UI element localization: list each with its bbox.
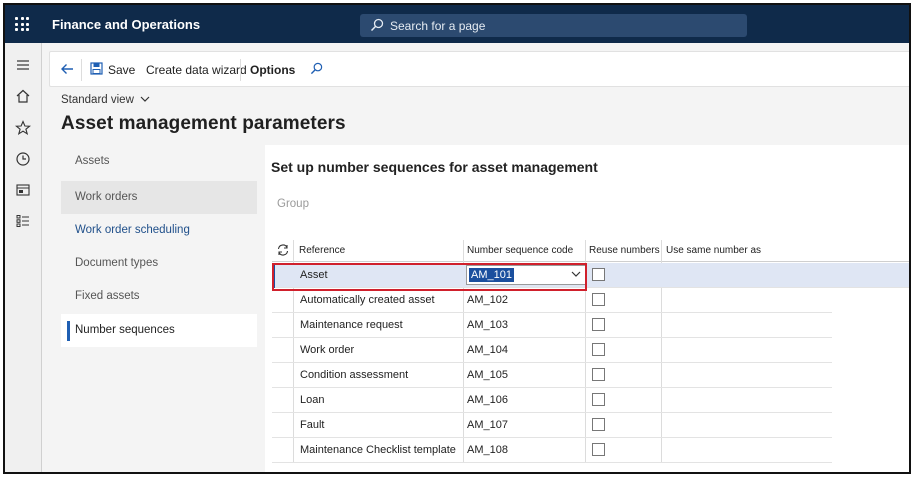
reuse-numbers-checkbox[interactable]	[592, 343, 605, 356]
home-icon[interactable]	[15, 88, 31, 104]
refresh-icon[interactable]	[276, 243, 290, 257]
number-sequence-code-cell[interactable]: AM_105	[467, 369, 508, 381]
chevron-down-icon	[140, 96, 150, 102]
table-row[interactable]: Loan AM_106	[272, 388, 832, 413]
workspaces-icon[interactable]	[15, 182, 31, 198]
favorites-star-icon[interactable]	[15, 120, 31, 136]
tab-assets[interactable]: Assets	[61, 145, 257, 178]
page-title: Asset management parameters	[61, 113, 346, 134]
search-input[interactable]: Search for a page	[360, 14, 747, 37]
table-row[interactable]: Asset AM_101	[272, 263, 909, 291]
number-sequence-code-cell[interactable]: AM_106	[467, 394, 508, 406]
number-sequence-code-cell[interactable]: AM_107	[467, 419, 508, 431]
highlight-box	[272, 263, 587, 291]
app-title[interactable]: Finance and Operations	[52, 17, 200, 32]
table-row[interactable]: Maintenance Checklist template AM_108	[272, 438, 832, 463]
reference-cell[interactable]: Fault	[300, 419, 324, 431]
reuse-numbers-checkbox[interactable]	[592, 393, 605, 406]
recent-clock-icon[interactable]	[15, 151, 31, 167]
reference-cell[interactable]: Loan	[300, 394, 324, 406]
left-navigation	[5, 43, 42, 472]
reference-cell[interactable]: Automatically created asset	[300, 294, 435, 306]
tab-number-sequences[interactable]: Number sequences	[61, 314, 257, 347]
find-search-icon[interactable]	[310, 62, 323, 75]
reuse-numbers-checkbox[interactable]	[592, 268, 605, 281]
column-header-reuse-numbers[interactable]: Reuse numbers	[589, 245, 660, 256]
action-pane: Save Create data wizard Options	[49, 51, 909, 87]
reference-cell[interactable]: Maintenance Checklist template	[300, 444, 456, 456]
reuse-numbers-checkbox[interactable]	[592, 318, 605, 331]
reference-cell[interactable]: Work order	[300, 344, 354, 356]
hamburger-menu-icon[interactable]	[15, 57, 31, 73]
column-header-reference[interactable]: Reference	[299, 245, 345, 256]
number-sequence-code-cell[interactable]: AM_102	[467, 294, 508, 306]
number-sequence-code-cell[interactable]: AM_103	[467, 319, 508, 331]
search-placeholder: Search for a page	[390, 19, 486, 33]
number-sequence-code-cell[interactable]: AM_104	[467, 344, 508, 356]
reuse-numbers-checkbox[interactable]	[592, 368, 605, 381]
table-row[interactable]: Condition assessment AM_105	[272, 363, 832, 388]
reuse-numbers-checkbox[interactable]	[592, 293, 605, 306]
reuse-numbers-checkbox[interactable]	[592, 443, 605, 456]
table-row[interactable]: Fault AM_107	[272, 413, 832, 438]
column-header-number-sequence-code[interactable]: Number sequence code	[467, 245, 573, 256]
search-icon	[370, 18, 384, 32]
table-row[interactable]: Automatically created asset AM_102	[272, 288, 832, 313]
tab-document-types[interactable]: Document types	[61, 247, 257, 280]
table-row[interactable]: Maintenance request AM_103	[272, 313, 832, 338]
app-frame: Finance and Operations Search for a page	[3, 3, 911, 474]
modules-list-icon[interactable]	[15, 213, 31, 229]
view-label: Standard view	[61, 94, 134, 106]
reference-cell[interactable]: Maintenance request	[300, 319, 403, 331]
top-bar: Finance and Operations Search for a page	[5, 5, 909, 43]
column-header-use-same-number-as[interactable]: Use same number as	[666, 245, 761, 256]
tab-work-order-scheduling[interactable]: Work order scheduling	[61, 214, 257, 247]
section-title: Set up number sequences for asset manage…	[271, 159, 598, 175]
number-sequence-code-cell[interactable]: AM_108	[467, 444, 508, 456]
reference-cell[interactable]: Condition assessment	[300, 369, 408, 381]
create-data-wizard-button[interactable]: Create data wizard	[146, 63, 247, 77]
divider	[81, 59, 82, 81]
view-selector[interactable]: Standard view	[61, 94, 150, 106]
divider	[240, 59, 241, 81]
app-launcher-icon[interactable]	[15, 17, 29, 31]
save-button[interactable]: Save	[108, 63, 135, 77]
options-tab[interactable]: Options	[250, 63, 295, 77]
reuse-numbers-checkbox[interactable]	[592, 418, 605, 431]
back-arrow-icon[interactable]	[60, 62, 74, 76]
tab-content-number-sequences: Set up number sequences for asset manage…	[265, 145, 909, 472]
tab-work-orders[interactable]: Work orders	[61, 181, 257, 214]
group-label: Group	[277, 198, 309, 210]
table-row[interactable]: Work order AM_104	[272, 338, 832, 363]
grid-header: Reference Number sequence code Reuse num…	[272, 240, 909, 262]
save-icon[interactable]	[90, 62, 103, 75]
tab-fixed-assets[interactable]: Fixed assets	[61, 280, 257, 313]
